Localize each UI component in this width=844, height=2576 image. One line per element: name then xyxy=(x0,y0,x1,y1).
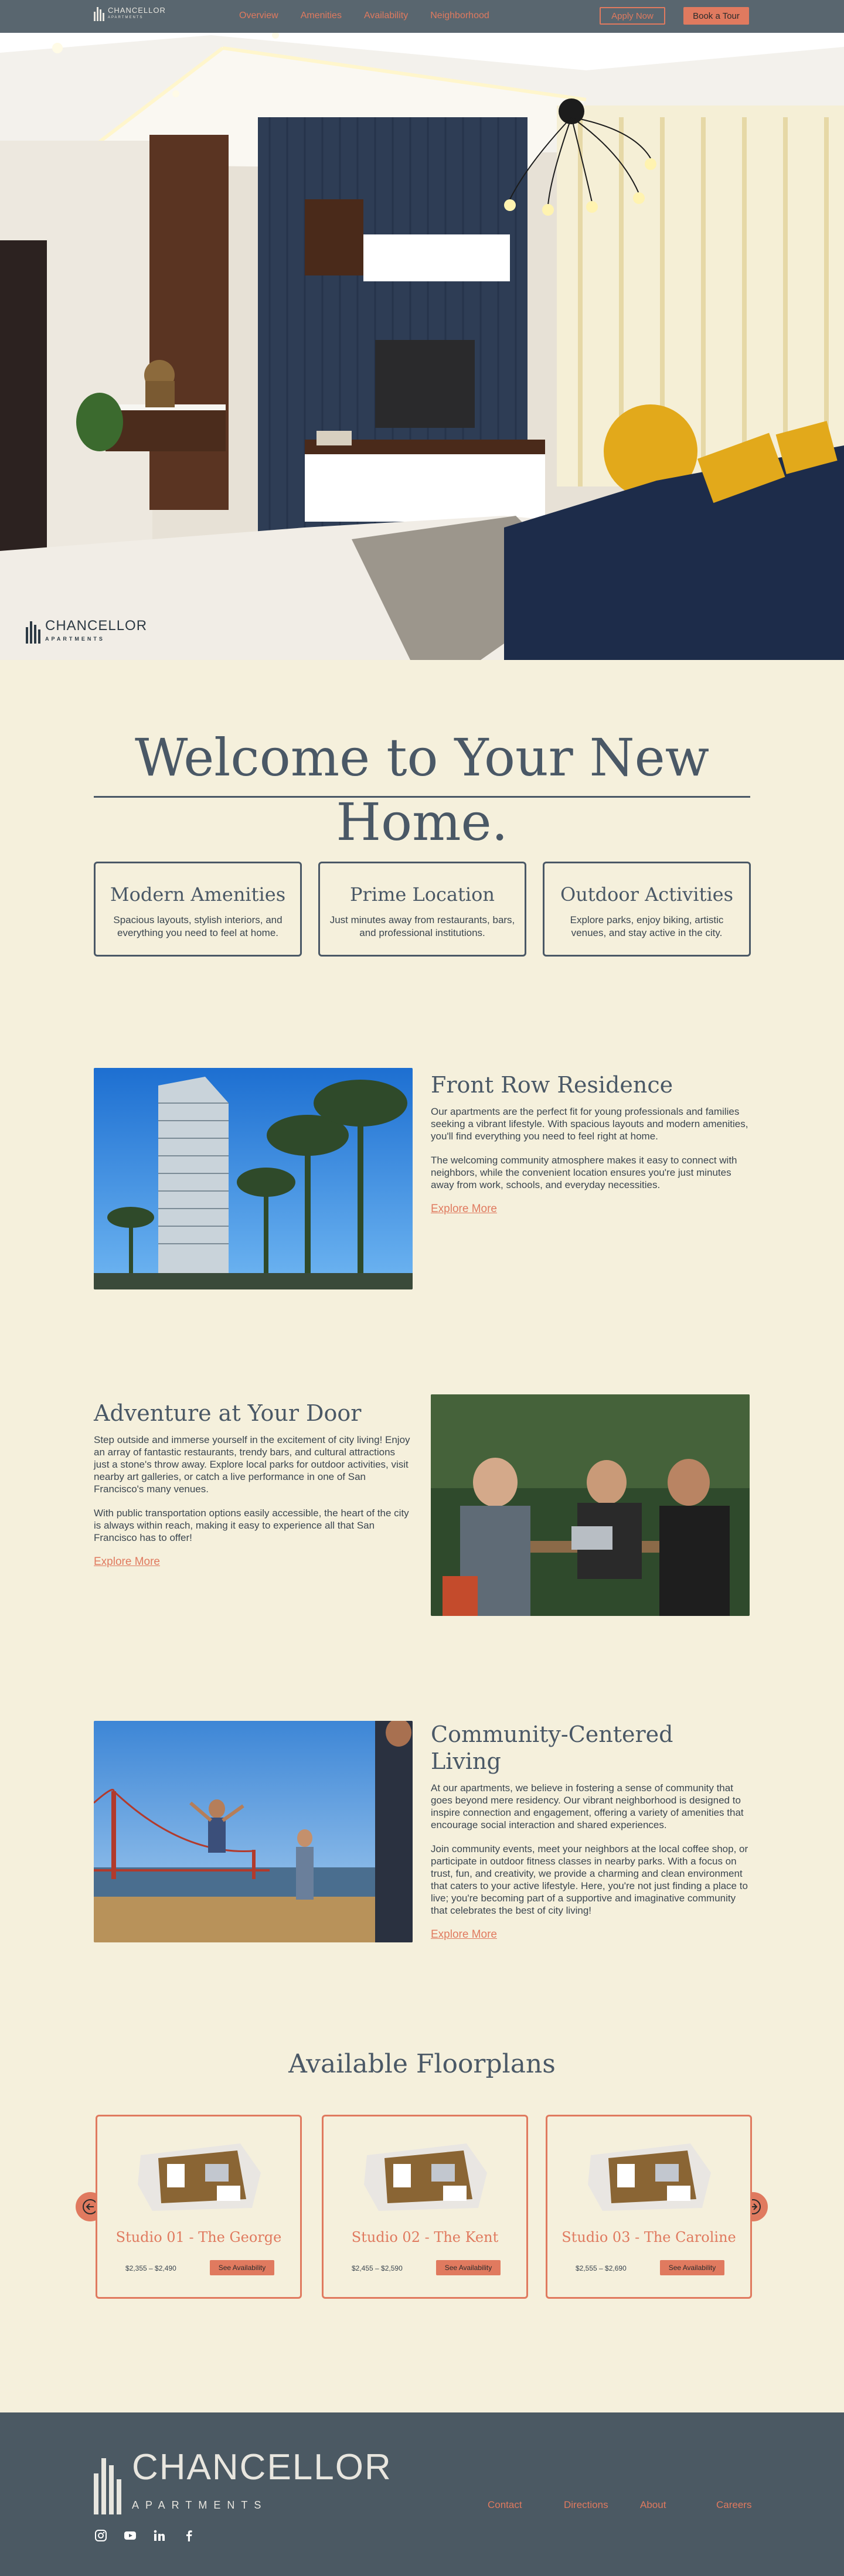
explore-more-link[interactable]: Explore More xyxy=(431,1203,497,1215)
hero-logo-sub: APARTMENTS xyxy=(45,636,105,642)
feature-text: Explore parks, enjoy biking, artistic ve… xyxy=(570,914,724,938)
see-availability-button[interactable]: See Availability xyxy=(436,2260,501,2275)
divider xyxy=(94,796,750,798)
footer-link-contact[interactable]: Contact xyxy=(488,2499,564,2511)
hero-section: CHANCELLOR APARTMENTS xyxy=(0,0,844,660)
footer-links: Contact Directions About Careers xyxy=(488,2499,792,2511)
footer-link-directions[interactable]: Directions xyxy=(564,2499,640,2511)
floorplan-card-caroline[interactable]: Studio 03 - The Caroline $2,555 – $2,690… xyxy=(546,2115,752,2299)
feature-title: Prime Location xyxy=(350,883,495,906)
section-paragraph: With public transportation options easil… xyxy=(94,1508,409,1543)
hero-logo-name: CHANCELLOR xyxy=(45,618,148,634)
nav-link-neighborhood[interactable]: Neighborhood xyxy=(430,11,489,21)
youtube-icon[interactable] xyxy=(123,2529,137,2543)
nav-link-amenities[interactable]: Amenities xyxy=(301,11,342,21)
building-bars-icon xyxy=(26,621,40,644)
footer-logo-sub: APARTMENTS xyxy=(132,2499,268,2511)
floorplan-card-kent[interactable]: Studio 02 - The Kent $2,455 – $2,590 See… xyxy=(322,2115,528,2299)
section-paragraph: The welcoming community atmosphere makes… xyxy=(431,1155,737,1190)
floorplan-price: $2,555 – $2,690 xyxy=(576,2264,627,2272)
floorplans-title: Available Floorplans xyxy=(288,2049,556,2079)
footer-logo[interactable]: CHANCELLOR APARTMENTS xyxy=(94,2447,392,2523)
golden-gate-photo xyxy=(94,1721,413,1942)
floorplan-name: Studio 03 - The Caroline xyxy=(561,2229,736,2245)
nav-link-availability[interactable]: Availability xyxy=(364,11,408,21)
see-availability-button[interactable]: See Availability xyxy=(210,2260,274,2275)
feature-title: Modern Amenities xyxy=(110,883,286,906)
feature-text: Just minutes away from restaurants, bars… xyxy=(329,914,515,938)
section-title: Front Row Residence xyxy=(431,1072,673,1098)
facebook-icon[interactable] xyxy=(182,2529,196,2543)
section-paragraph: Join community events, meet your neighbo… xyxy=(431,1843,748,1916)
adventure-text: Adventure at Your Door Step outside and … xyxy=(94,1400,413,1568)
apply-now-button[interactable]: Apply Now xyxy=(600,7,665,25)
nav-links: Overview Amenities Availability Neighbor… xyxy=(239,11,489,21)
instagram-icon[interactable] xyxy=(94,2529,108,2543)
nav-link-overview[interactable]: Overview xyxy=(239,11,278,21)
nav-logo-name: CHANCELLOR xyxy=(108,6,166,15)
nav-logo[interactable]: CHANCELLOR APARTMENTS xyxy=(94,6,166,21)
residence-text: Front Row Residence Our apartments are t… xyxy=(431,1071,750,1216)
linkedin-icon[interactable] xyxy=(152,2529,166,2543)
social-links xyxy=(94,2529,196,2543)
footer: CHANCELLOR APARTMENTS Contact Directions … xyxy=(0,2412,844,2576)
floorplan-name: Studio 02 - The Kent xyxy=(351,2229,499,2245)
footer-link-about[interactable]: About xyxy=(640,2499,716,2511)
nav-logo-sub: APARTMENTS xyxy=(108,16,144,19)
footer-link-careers[interactable]: Careers xyxy=(716,2499,792,2511)
floorplan-image xyxy=(138,2143,261,2211)
section-title: Community-Centered Living xyxy=(431,1721,673,1774)
friends-cafe-photo xyxy=(431,1394,750,1616)
section-title: Adventure at Your Door xyxy=(94,1400,362,1426)
section-paragraph: Our apartments are the perfect fit for y… xyxy=(431,1106,748,1142)
explore-more-link[interactable]: Explore More xyxy=(94,1556,160,1568)
floorplan-card-george[interactable]: Studio 01 - The George $2,355 – $2,490 S… xyxy=(96,2115,302,2299)
floorplan-name: Studio 01 - The George xyxy=(115,2229,282,2245)
building-bars-icon xyxy=(94,2458,121,2514)
feature-card-location: Prime Location Just minutes away from re… xyxy=(318,862,526,957)
section-paragraph: Step outside and immerse yourself in the… xyxy=(94,1434,410,1495)
section-paragraph: At our apartments, we believe in fosteri… xyxy=(431,1782,744,1830)
floorplan-price: $2,455 – $2,590 xyxy=(352,2264,403,2272)
footer-logo-name: CHANCELLOR xyxy=(132,2447,392,2487)
building-bars-icon xyxy=(94,7,104,21)
floorplan-image xyxy=(588,2143,711,2211)
welcome-title: Welcome to Your New Home. xyxy=(134,727,710,852)
see-availability-button[interactable]: See Availability xyxy=(660,2260,724,2275)
feature-title: Outdoor Activities xyxy=(560,883,734,906)
explore-more-link[interactable]: Explore More xyxy=(431,1928,497,1941)
welcome-heading-block: Welcome to Your New Home. xyxy=(94,726,750,855)
feature-card-amenities: Modern Amenities Spacious layouts, styli… xyxy=(94,862,302,957)
floorplan-image xyxy=(364,2143,487,2211)
residence-building-photo xyxy=(94,1068,413,1289)
feature-card-outdoor: Outdoor Activities Explore parks, enjoy … xyxy=(543,862,751,957)
hero-logo: CHANCELLOR APARTMENTS xyxy=(26,618,148,645)
feature-text: Spacious layouts, stylish interiors, and… xyxy=(113,914,283,938)
top-navigation: CHANCELLOR APARTMENTS Overview Amenities … xyxy=(0,0,844,33)
hero-living-room-image xyxy=(0,0,844,660)
floorplan-price: $2,355 – $2,490 xyxy=(125,2264,176,2272)
book-tour-button[interactable]: Book a Tour xyxy=(683,7,749,25)
community-text: Community-Centered Living At our apartme… xyxy=(431,1721,750,1941)
